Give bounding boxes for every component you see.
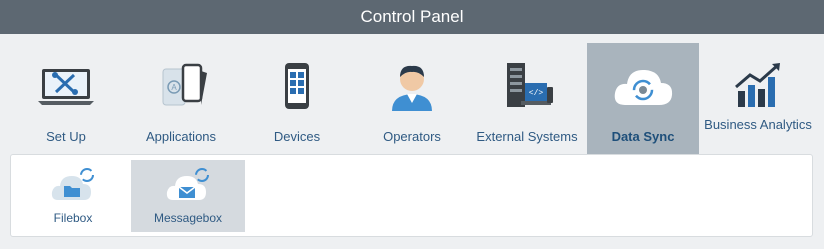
page-title: Control Panel xyxy=(360,7,464,26)
category-business-analytics[interactable]: Business Analytics xyxy=(699,43,817,154)
category-set-up[interactable]: Set Up xyxy=(8,43,124,154)
category-label: Devices xyxy=(273,129,321,144)
cloud-folder-icon xyxy=(51,168,94,200)
svg-text:A: A xyxy=(171,83,177,92)
data-sync-subpanel: Filebox Messagebox xyxy=(10,154,813,237)
control-panel-titlebar: Control Panel xyxy=(0,0,824,34)
operator-icon xyxy=(392,65,432,111)
category-applications[interactable]: A Applications xyxy=(124,43,238,154)
subitem-label: Filebox xyxy=(53,211,93,225)
category-bar: Set Up A Applications Devices Operators … xyxy=(0,34,824,154)
category-label: Applications xyxy=(145,129,217,144)
category-label: Set Up xyxy=(46,129,86,144)
analytics-chart-icon xyxy=(735,63,780,107)
subitem-messagebox[interactable]: Messagebox xyxy=(131,160,245,232)
cloud-message-icon xyxy=(166,168,209,200)
subitem-filebox[interactable]: Filebox xyxy=(16,160,130,232)
applications-icon: A xyxy=(162,63,207,106)
subitem-label: Messagebox xyxy=(153,211,223,225)
category-label: Business Analytics xyxy=(704,117,812,132)
server-icon: </> xyxy=(507,63,553,107)
category-label: Data Sync xyxy=(611,129,675,144)
category-operators[interactable]: Operators xyxy=(356,43,468,154)
category-label: Operators xyxy=(383,129,441,144)
cloud-sync-icon xyxy=(614,69,673,105)
category-external-systems[interactable]: </> External Systems xyxy=(468,43,586,154)
device-icon xyxy=(285,63,309,109)
svg-text:</>: </> xyxy=(529,89,544,98)
laptop-tools-icon xyxy=(38,69,94,105)
category-data-sync[interactable]: Data Sync xyxy=(587,43,699,154)
category-label: External Systems xyxy=(476,129,578,144)
category-devices[interactable]: Devices xyxy=(238,43,356,154)
